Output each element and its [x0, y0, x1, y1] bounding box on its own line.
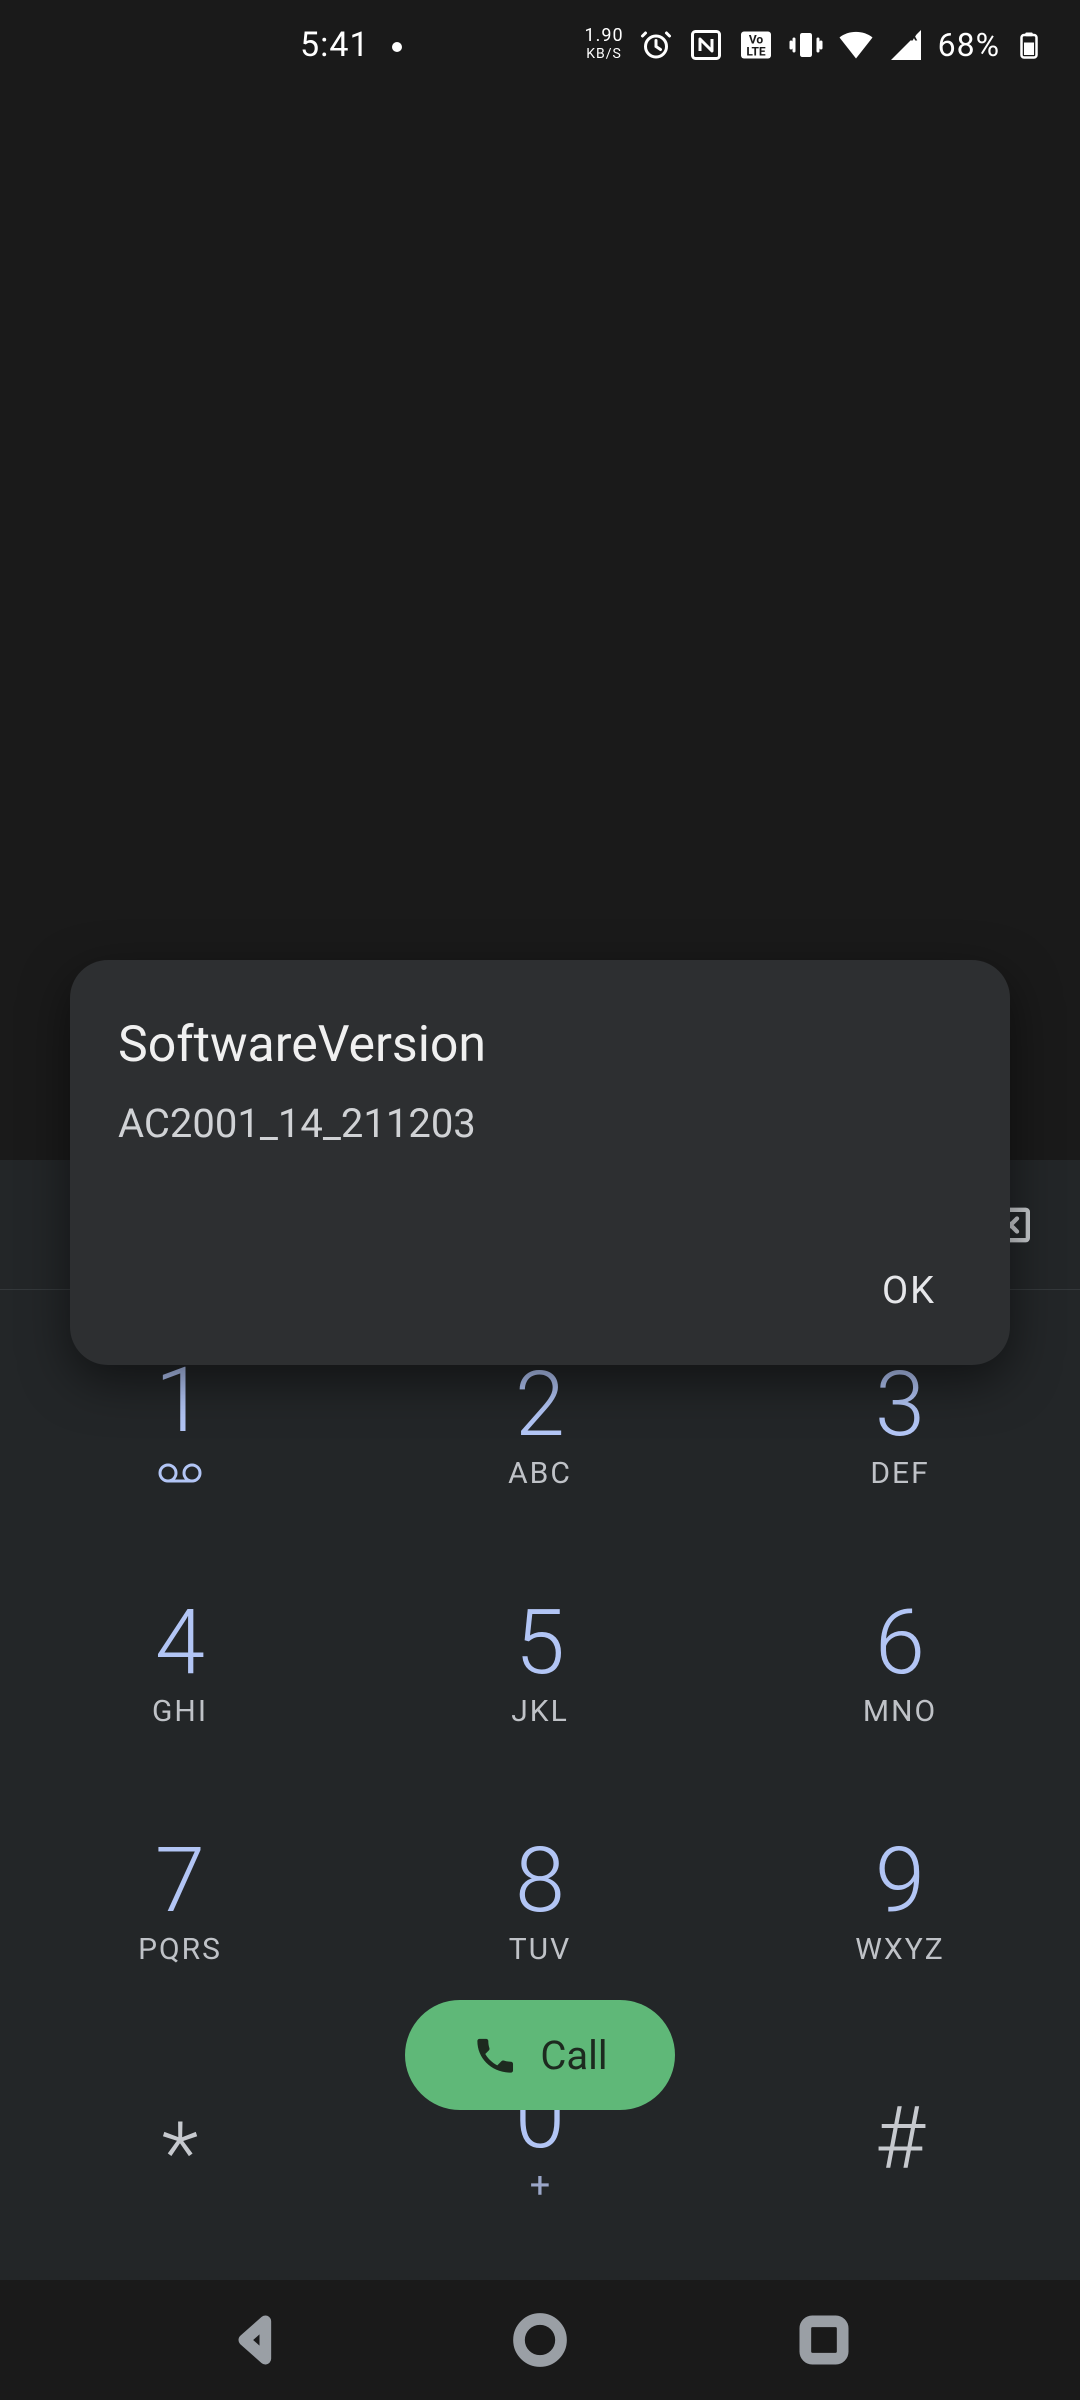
nav-home-icon[interactable] — [512, 2312, 568, 2368]
nav-back-icon[interactable] — [228, 2312, 284, 2368]
dialog-title: SoftwareVersion — [118, 1016, 962, 1074]
status-bar: 5:41 1.90 KB/S VoLTE x 68% — [0, 0, 1080, 90]
volte-icon: VoLTE — [738, 27, 774, 63]
key-hash[interactable]: # — [720, 2034, 1080, 2244]
cellular-signal-icon: x — [888, 27, 924, 63]
battery-percent: 68% — [938, 26, 1000, 64]
phone-icon — [472, 2032, 518, 2078]
status-notification-dot — [392, 42, 402, 52]
key-4[interactable]: 4 GHI — [0, 1558, 360, 1768]
network-speed-indicator: 1.90 KB/S — [584, 27, 623, 63]
key-3-letters: DEF — [870, 1456, 929, 1491]
software-version-dialog: SoftwareVersion AC2001_14_211203 OK — [70, 960, 1010, 1365]
voicemail-icon — [158, 1454, 202, 1494]
key-star-symbol: * — [162, 2111, 199, 2197]
network-speed-value: 1.90 — [584, 27, 623, 45]
wifi-icon — [838, 27, 874, 63]
dialog-ok-button[interactable]: OK — [856, 1257, 962, 1325]
battery-icon — [1014, 27, 1044, 63]
nav-recent-icon[interactable] — [796, 2312, 852, 2368]
key-8-letters: TUV — [509, 1932, 571, 1967]
key-9-digit: 9 — [875, 1836, 925, 1926]
key-1-digit: 1 — [155, 1356, 205, 1446]
key-9[interactable]: 9 WXYZ — [720, 1796, 1080, 2006]
key-2-digit: 2 — [515, 1360, 565, 1450]
key-0-plus: + — [530, 2164, 550, 2206]
dialog-body: AC2001_14_211203 — [118, 1100, 962, 1147]
svg-text:x: x — [910, 29, 917, 45]
svg-text:LTE: LTE — [746, 45, 766, 59]
key-7-digit: 7 — [155, 1836, 205, 1926]
key-4-letters: GHI — [152, 1694, 208, 1729]
key-8-digit: 8 — [515, 1836, 565, 1926]
key-star[interactable]: * — [0, 2034, 360, 2244]
key-hash-symbol: # — [875, 2096, 925, 2182]
key-8[interactable]: 8 TUV — [360, 1796, 720, 2006]
key-9-letters: WXYZ — [855, 1932, 944, 1967]
key-2-letters: ABC — [508, 1456, 572, 1491]
network-speed-unit: KB/S — [584, 45, 623, 63]
vibrate-icon — [788, 27, 824, 63]
status-time: 5:41 — [300, 25, 370, 65]
key-5-digit: 5 — [515, 1598, 565, 1688]
call-button[interactable]: Call — [405, 2000, 675, 2110]
key-5[interactable]: 5 JKL — [360, 1558, 720, 1768]
nfc-icon — [688, 27, 724, 63]
key-4-digit: 4 — [155, 1598, 205, 1688]
key-7-letters: PQRS — [138, 1932, 222, 1967]
key-7[interactable]: 7 PQRS — [0, 1796, 360, 2006]
key-6-digit: 6 — [875, 1598, 925, 1688]
key-6[interactable]: 6 MNO — [720, 1558, 1080, 1768]
system-nav-bar — [0, 2280, 1080, 2400]
call-button-label: Call — [540, 2032, 607, 2079]
key-6-letters: MNO — [863, 1694, 937, 1729]
key-5-letters: JKL — [511, 1694, 569, 1729]
key-3-digit: 3 — [875, 1360, 925, 1450]
alarm-icon — [638, 27, 674, 63]
